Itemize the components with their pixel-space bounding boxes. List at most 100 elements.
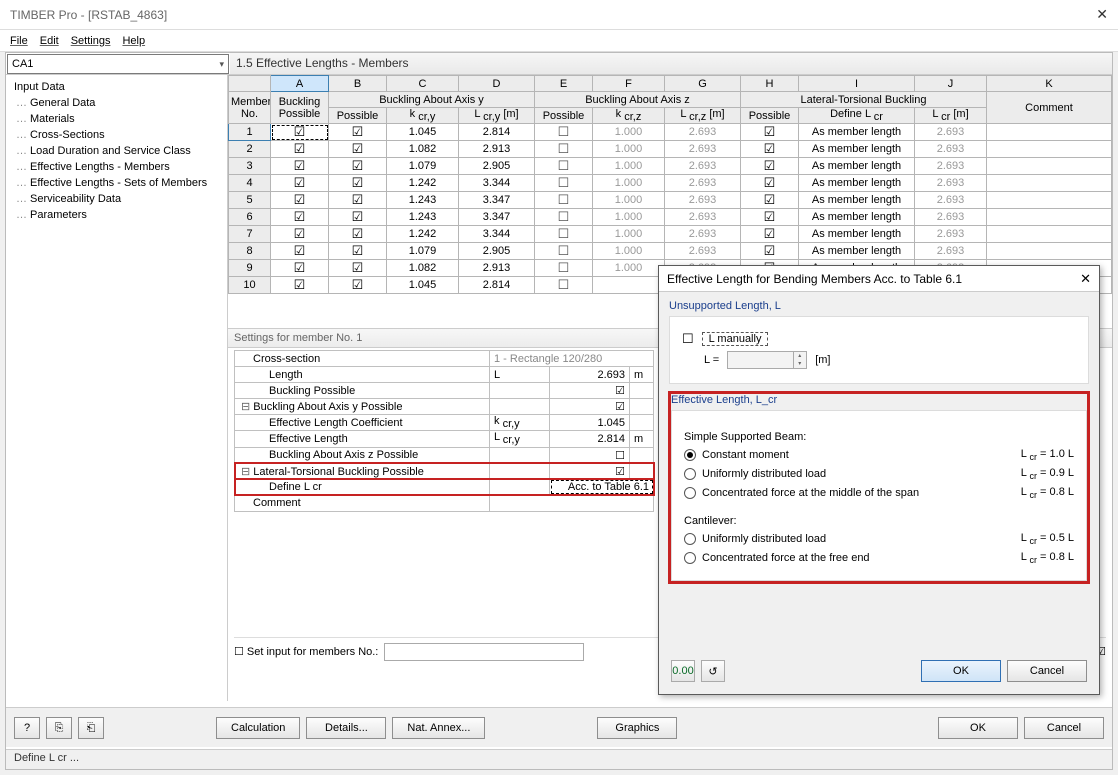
- cell-possible-z[interactable]: [535, 175, 593, 192]
- cell-possible-lt[interactable]: [741, 192, 799, 209]
- cell-define-lcr[interactable]: As member length: [799, 226, 915, 243]
- cell-lcr[interactable]: 2.693: [915, 226, 987, 243]
- cell-lcrz[interactable]: 2.693: [665, 226, 741, 243]
- cell-kcry[interactable]: 1.045: [387, 124, 459, 141]
- cell-lcry[interactable]: 3.347: [459, 192, 535, 209]
- cell-define-lcr[interactable]: As member length: [799, 192, 915, 209]
- cell-possible-lt[interactable]: [741, 226, 799, 243]
- ok-button[interactable]: OK: [938, 717, 1018, 739]
- cell-possible-z[interactable]: [535, 158, 593, 175]
- cell-lcr[interactable]: 2.693: [915, 209, 987, 226]
- cell-buckling-possible[interactable]: [271, 141, 329, 158]
- graphics-button[interactable]: Graphics: [597, 717, 677, 739]
- settings-value[interactable]: ☐: [550, 447, 630, 463]
- cell-kcrz[interactable]: 1.000: [593, 175, 665, 192]
- tree-general-data[interactable]: General Data: [12, 95, 221, 111]
- cell-define-lcr[interactable]: As member length: [799, 175, 915, 192]
- tree-root[interactable]: Input Data: [12, 79, 221, 95]
- cell-possible-lt[interactable]: [741, 175, 799, 192]
- cell-possible-z[interactable]: [535, 141, 593, 158]
- tree-parameters[interactable]: Parameters: [12, 207, 221, 223]
- cell-kcrz[interactable]: 1.000: [593, 260, 665, 277]
- tree-eff-lengths-members[interactable]: Effective Lengths - Members: [12, 159, 221, 175]
- cell-possible-lt[interactable]: [741, 243, 799, 260]
- settings-value[interactable]: ☑: [550, 383, 630, 399]
- row-header[interactable]: 1: [229, 124, 271, 141]
- cell-buckling-possible[interactable]: [271, 192, 329, 209]
- cell-kcry[interactable]: 1.243: [387, 192, 459, 209]
- tree-materials[interactable]: Materials: [12, 111, 221, 127]
- cell-kcry[interactable]: 1.242: [387, 226, 459, 243]
- cell-lcrz[interactable]: 2.693: [665, 141, 741, 158]
- cell-possible-lt[interactable]: [741, 209, 799, 226]
- cell-possible-lt[interactable]: [741, 158, 799, 175]
- tree-cross-sections[interactable]: Cross-Sections: [12, 127, 221, 143]
- export-icon[interactable]: ⎘: [46, 717, 72, 739]
- cell-define-lcr[interactable]: As member length: [799, 124, 915, 141]
- row-header[interactable]: 5: [229, 192, 271, 209]
- help-icon[interactable]: ?: [14, 717, 40, 739]
- cell-comment[interactable]: [987, 226, 1112, 243]
- radio-option[interactable]: Constant moment: [684, 449, 789, 461]
- cell-lcr[interactable]: 2.693: [915, 124, 987, 141]
- cell-possible-y[interactable]: [329, 260, 387, 277]
- cell-lcr[interactable]: 2.693: [915, 243, 987, 260]
- cell-possible-y[interactable]: [329, 124, 387, 141]
- row-header[interactable]: 2: [229, 141, 271, 158]
- cell-lcrz[interactable]: 2.693: [665, 209, 741, 226]
- calculation-button[interactable]: Calculation: [216, 717, 300, 739]
- tree-load-duration[interactable]: Load Duration and Service Class: [12, 143, 221, 159]
- row-header[interactable]: 6: [229, 209, 271, 226]
- cell-lcry[interactable]: 3.344: [459, 226, 535, 243]
- l-manually-checkbox[interactable]: [682, 331, 694, 347]
- case-dropdown[interactable]: CA1 ▾: [7, 54, 229, 74]
- cell-comment[interactable]: [987, 158, 1112, 175]
- cell-possible-lt[interactable]: [741, 141, 799, 158]
- cell-possible-z[interactable]: [535, 192, 593, 209]
- cell-lcrz[interactable]: 2.693: [665, 124, 741, 141]
- cell-define-lcr[interactable]: As member length: [799, 158, 915, 175]
- settings-value[interactable]: ☑: [550, 399, 630, 415]
- cell-lcr[interactable]: 2.693: [915, 175, 987, 192]
- menu-file[interactable]: File: [10, 35, 28, 47]
- row-header[interactable]: 4: [229, 175, 271, 192]
- cell-kcry[interactable]: 1.082: [387, 260, 459, 277]
- cell-buckling-possible[interactable]: [271, 158, 329, 175]
- l-value-input[interactable]: ▴▾: [727, 351, 807, 369]
- cell-kcry[interactable]: 1.082: [387, 141, 459, 158]
- cell-possible-z[interactable]: [535, 209, 593, 226]
- radio-option[interactable]: Uniformly distributed load: [684, 533, 826, 545]
- radio-option[interactable]: Concentrated force at the free end: [684, 552, 870, 564]
- menu-settings[interactable]: Settings: [71, 35, 111, 47]
- cell-kcrz[interactable]: 1.000: [593, 209, 665, 226]
- cell-lcr[interactable]: 2.693: [915, 192, 987, 209]
- row-header[interactable]: 8: [229, 243, 271, 260]
- row-header[interactable]: 9: [229, 260, 271, 277]
- tree-serviceability[interactable]: Serviceability Data: [12, 191, 221, 207]
- cell-possible-z[interactable]: [535, 124, 593, 141]
- cell-lcrz[interactable]: 2.693: [665, 158, 741, 175]
- menu-edit[interactable]: Edit: [40, 35, 59, 47]
- cell-lcr[interactable]: 2.693: [915, 158, 987, 175]
- cell-possible-z[interactable]: [535, 277, 593, 294]
- cell-lcry[interactable]: 2.913: [459, 141, 535, 158]
- cell-lcrz[interactable]: 2.693: [665, 175, 741, 192]
- dialog-cancel-button[interactable]: Cancel: [1007, 660, 1087, 682]
- cell-lcr[interactable]: 2.693: [915, 141, 987, 158]
- cell-possible-y[interactable]: [329, 158, 387, 175]
- settings-value[interactable]: 2.693: [550, 367, 630, 383]
- row-header[interactable]: 3: [229, 158, 271, 175]
- radio-option[interactable]: Uniformly distributed load: [684, 468, 826, 480]
- cell-comment[interactable]: [987, 124, 1112, 141]
- cell-define-lcr[interactable]: As member length: [799, 141, 915, 158]
- cell-kcry[interactable]: 1.079: [387, 158, 459, 175]
- dialog-close-icon[interactable]: ✕: [1080, 271, 1091, 287]
- cell-lcry[interactable]: 3.344: [459, 175, 535, 192]
- cell-lcry[interactable]: 3.347: [459, 209, 535, 226]
- cell-buckling-possible[interactable]: [271, 277, 329, 294]
- nat-annex-button[interactable]: Nat. Annex...: [392, 717, 485, 739]
- cell-kcrz[interactable]: 1.000: [593, 192, 665, 209]
- spin-down-icon[interactable]: ▾: [793, 360, 805, 368]
- cell-kcry[interactable]: 1.079: [387, 243, 459, 260]
- dialog-reset-icon[interactable]: ↺: [701, 660, 725, 682]
